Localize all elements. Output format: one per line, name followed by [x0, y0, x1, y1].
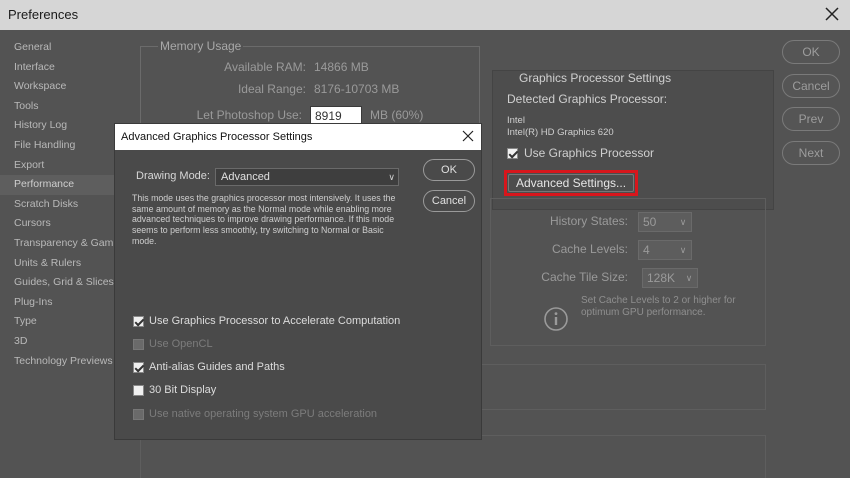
sidebar-item-general[interactable]: General [0, 38, 118, 58]
chevron-down-icon: ∨ [388, 172, 395, 182]
gpu-vendor: Intel [507, 115, 525, 126]
sidebar-item-type[interactable]: Type [0, 312, 118, 332]
cache-levels-value: 4 [643, 243, 650, 257]
sidebar-item-transparency-gamut[interactable]: Transparency & Gamut [0, 234, 122, 254]
sidebar-item-tools[interactable]: Tools [0, 97, 118, 117]
ok-button[interactable]: OK [782, 40, 840, 64]
cache-levels-label: Cache Levels: [551, 242, 628, 256]
sidebar-item-technology-previews[interactable]: Technology Previews [0, 352, 118, 372]
advanced-settings-button[interactable]: Advanced Settings... [508, 174, 634, 192]
close-icon[interactable] [462, 130, 474, 142]
cache-tile-size-label: Cache Tile Size: [541, 270, 628, 284]
sidebar-item-export[interactable]: Export [0, 156, 118, 176]
sidebar-item-3d[interactable]: 3D [0, 332, 118, 352]
window-title: Preferences [8, 7, 79, 22]
30-bit-display-checkbox[interactable] [133, 385, 144, 396]
prev-button[interactable]: Prev [782, 107, 840, 131]
sidebar-item-file-handling[interactable]: File Handling [0, 136, 118, 156]
sidebar-item-workspace[interactable]: Workspace [0, 77, 118, 97]
30-bit-display-label: 30 Bit Display [149, 384, 217, 396]
let-photoshop-use-label: Let Photoshop Use: [196, 108, 302, 122]
drawing-mode-select[interactable]: Advanced ∨ [215, 168, 399, 186]
native-gpu-acceleration-checkbox [133, 409, 144, 420]
advanced-settings-highlight: Advanced Settings... [504, 170, 638, 196]
next-button[interactable]: Next [782, 141, 840, 165]
title-bar: Preferences [0, 0, 850, 30]
available-ram-label: Available RAM: [224, 60, 306, 74]
advanced-gpu-dialog: Advanced Graphics Processor Settings Dra… [114, 123, 482, 440]
history-states-value: 50 [643, 215, 657, 229]
memory-unit: MB (60%) [370, 108, 424, 122]
sidebar: General Interface Workspace Tools Histor… [0, 38, 122, 372]
use-gpu-checkbox[interactable] [507, 148, 518, 159]
graphics-processor-panel: Graphics Processor Settings Detected Gra… [492, 70, 774, 210]
drawing-mode-label: Drawing Mode: [136, 170, 210, 182]
dialog-cancel-button[interactable]: Cancel [423, 190, 475, 212]
accelerate-computation-label: Use Graphics Processor to Accelerate Com… [149, 315, 401, 327]
drawing-mode-description: This mode uses the graphics processor mo… [132, 193, 396, 246]
sidebar-item-units-rulers[interactable]: Units & Rulers [0, 254, 118, 274]
anti-alias-checkbox[interactable] [133, 362, 144, 373]
history-states-label: History States: [549, 214, 628, 228]
ideal-range-label: Ideal Range: [237, 82, 306, 96]
sidebar-item-interface[interactable]: Interface [0, 58, 118, 78]
chevron-down-icon: ∨ [685, 273, 693, 283]
use-opencl-checkbox [133, 339, 144, 350]
dialog-title: Advanced Graphics Processor Settings [121, 131, 313, 143]
drawing-mode-value: Advanced [221, 171, 270, 183]
sidebar-item-plug-ins[interactable]: Plug-Ins [0, 293, 118, 313]
chevron-down-icon: ∨ [679, 245, 687, 255]
sidebar-item-cursors[interactable]: Cursors [0, 214, 118, 234]
cache-tile-size-value: 128K [647, 271, 676, 285]
ideal-range-value: 8176-10703 MB [314, 82, 400, 96]
description-frame [140, 435, 766, 478]
available-ram-value: 14866 MB [314, 60, 369, 74]
history-states-select[interactable]: 50 ∨ [638, 212, 692, 232]
cache-levels-select[interactable]: 4 ∨ [638, 240, 692, 260]
info-icon [544, 307, 568, 331]
anti-alias-label: Anti-alias Guides and Paths [149, 361, 285, 373]
use-opencl-label: Use OpenCL [149, 338, 213, 350]
dialog-title-bar: Advanced Graphics Processor Settings [115, 124, 481, 150]
close-icon[interactable] [822, 4, 842, 24]
chevron-down-icon: ∨ [679, 217, 687, 227]
sidebar-item-scratch-disks[interactable]: Scratch Disks [0, 195, 118, 215]
gpu-model: Intel(R) HD Graphics 620 [507, 127, 614, 138]
native-gpu-acceleration-label: Use native operating system GPU accelera… [149, 408, 378, 420]
sidebar-item-history-log[interactable]: History Log [0, 116, 118, 136]
cache-hint: Set Cache Levels to 2 or higher for opti… [581, 295, 736, 318]
memory-usage-title: Memory Usage [158, 39, 244, 53]
detected-gpu-label: Detected Graphics Processor: [507, 92, 668, 106]
sidebar-item-guides-grid-slices[interactable]: Guides, Grid & Slices [0, 273, 118, 293]
dialog-ok-button[interactable]: OK [423, 159, 475, 181]
sidebar-item-performance[interactable]: Performance [0, 175, 118, 195]
accelerate-computation-checkbox[interactable] [133, 316, 144, 327]
cache-tile-size-select[interactable]: 128K ∨ [642, 268, 698, 288]
cancel-button[interactable]: Cancel [782, 74, 840, 98]
gpu-panel-title: Graphics Processor Settings [519, 71, 672, 85]
use-gpu-label: Use Graphics Processor [524, 146, 655, 160]
